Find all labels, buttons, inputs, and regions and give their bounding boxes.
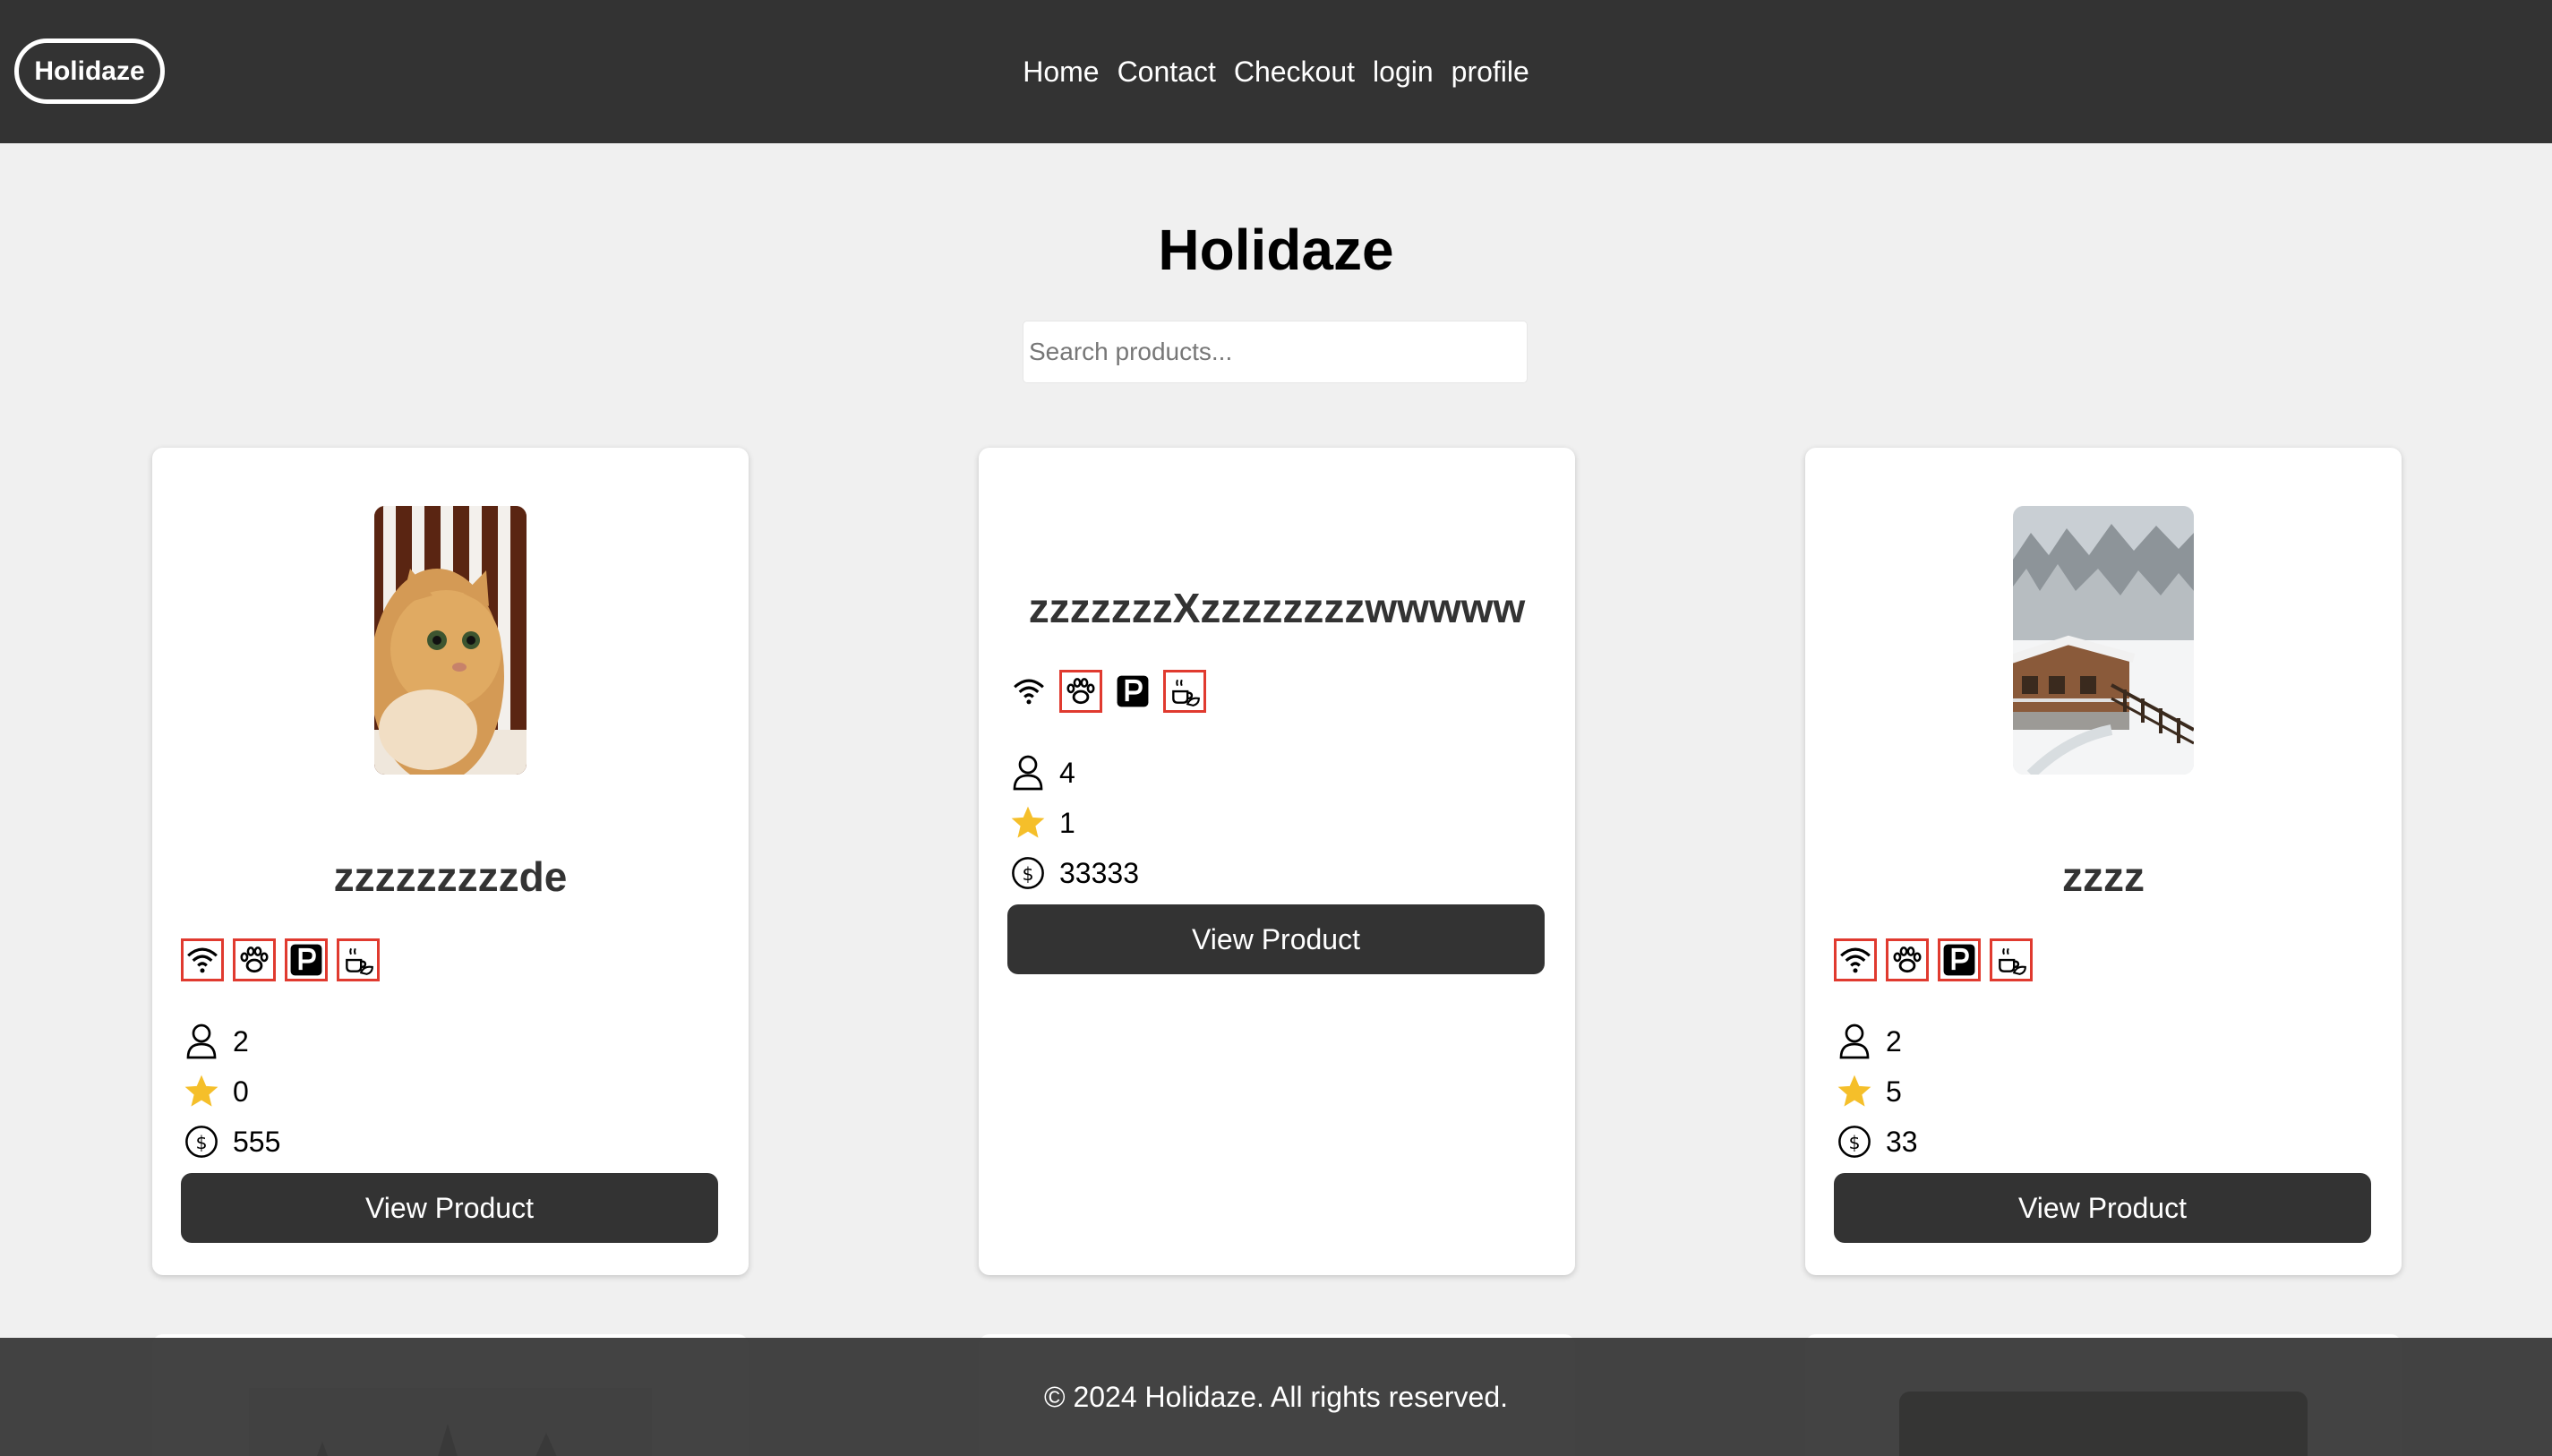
product-card: zzzz 2 5 $ 33 View Product [1805,448,2402,1275]
product-image [374,506,527,775]
nav-link-home[interactable]: Home [1023,56,1099,89]
view-product-button[interactable]: View Product [1007,904,1545,974]
wifi-icon [181,938,224,981]
rating-stat: 5 [1836,1073,1902,1110]
guests-stat: 4 [1009,754,1075,792]
rating-stat: 0 [183,1073,249,1110]
dollar-icon: $ [183,1123,220,1161]
pets-icon [1886,938,1929,981]
svg-text:$: $ [1848,1132,1860,1153]
view-product-button[interactable]: View Product [181,1173,718,1243]
rating-value: 1 [1059,806,1075,839]
user-icon [183,1023,220,1060]
wifi-icon [1834,938,1877,981]
user-icon [1836,1023,1873,1060]
parking-icon [285,938,328,981]
price-value: 33333 [1059,856,1139,889]
price-stat: $ 33 [1836,1123,1918,1161]
product-name: zzzzzzzXzzzzzzzzwwwww [1028,585,1526,631]
search-input[interactable] [1023,321,1528,383]
price-value: 33 [1886,1125,1918,1158]
page-title: Holidaze [1158,218,1394,282]
nav-link-profile[interactable]: profile [1452,56,1529,89]
parking-icon [1111,670,1154,713]
breakfast-icon [337,938,380,981]
star-icon [1836,1073,1873,1110]
snowy-cabin-photo [2013,506,2194,775]
rating-value: 5 [1886,1075,1902,1108]
svg-text:$: $ [1022,863,1033,885]
breakfast-icon [1163,670,1206,713]
nav-link-contact[interactable]: Contact [1118,56,1216,89]
wifi-icon [1007,670,1050,713]
product-card: zzzzzzzXzzzzzzzzwwwww 4 1 $ 33333 View P… [979,448,1575,1275]
guests-value: 2 [233,1024,249,1058]
price-value: 555 [233,1125,281,1158]
guests-stat: 2 [183,1023,249,1060]
product-name: zzzz [2062,853,2145,900]
navbar: Holidaze Home Contact Checkout login pro… [0,0,2552,143]
amenities [1007,670,1206,713]
guests-value: 4 [1059,756,1075,789]
guests-value: 2 [1886,1024,1902,1058]
guests-stat: 2 [1836,1023,1902,1060]
svg-text:$: $ [195,1132,207,1153]
footer: © 2024 Holidaze. All rights reserved. [0,1338,2552,1456]
product-name: zzzzzzzzzde [333,853,568,900]
rating-value: 0 [233,1075,249,1108]
view-product-button[interactable]: View Product [1834,1173,2371,1243]
parking-icon [1938,938,1981,981]
price-stat: $ 555 [183,1123,280,1161]
dollar-icon: $ [1009,854,1047,892]
cat-photo [374,506,527,775]
dollar-icon: $ [1836,1123,1873,1161]
product-image [2013,506,2194,775]
nav-link-checkout[interactable]: Checkout [1234,56,1355,89]
price-stat: $ 33333 [1009,854,1139,892]
pets-icon [1059,670,1102,713]
footer-copyright: © 2024 Holidaze. All rights reserved. [1043,1381,1509,1413]
nav-link-login[interactable]: login [1373,56,1434,89]
user-icon [1009,754,1047,792]
product-card: zzzzzzzzzde 2 0 $ 555 View Product [152,448,749,1275]
amenities [1834,938,2033,981]
breakfast-icon [1990,938,2033,981]
nav-links: Home Contact Checkout login profile [0,0,2552,143]
rating-stat: 1 [1009,804,1075,842]
star-icon [183,1073,220,1110]
amenities [181,938,380,981]
pets-icon [233,938,276,981]
star-icon [1009,804,1047,842]
